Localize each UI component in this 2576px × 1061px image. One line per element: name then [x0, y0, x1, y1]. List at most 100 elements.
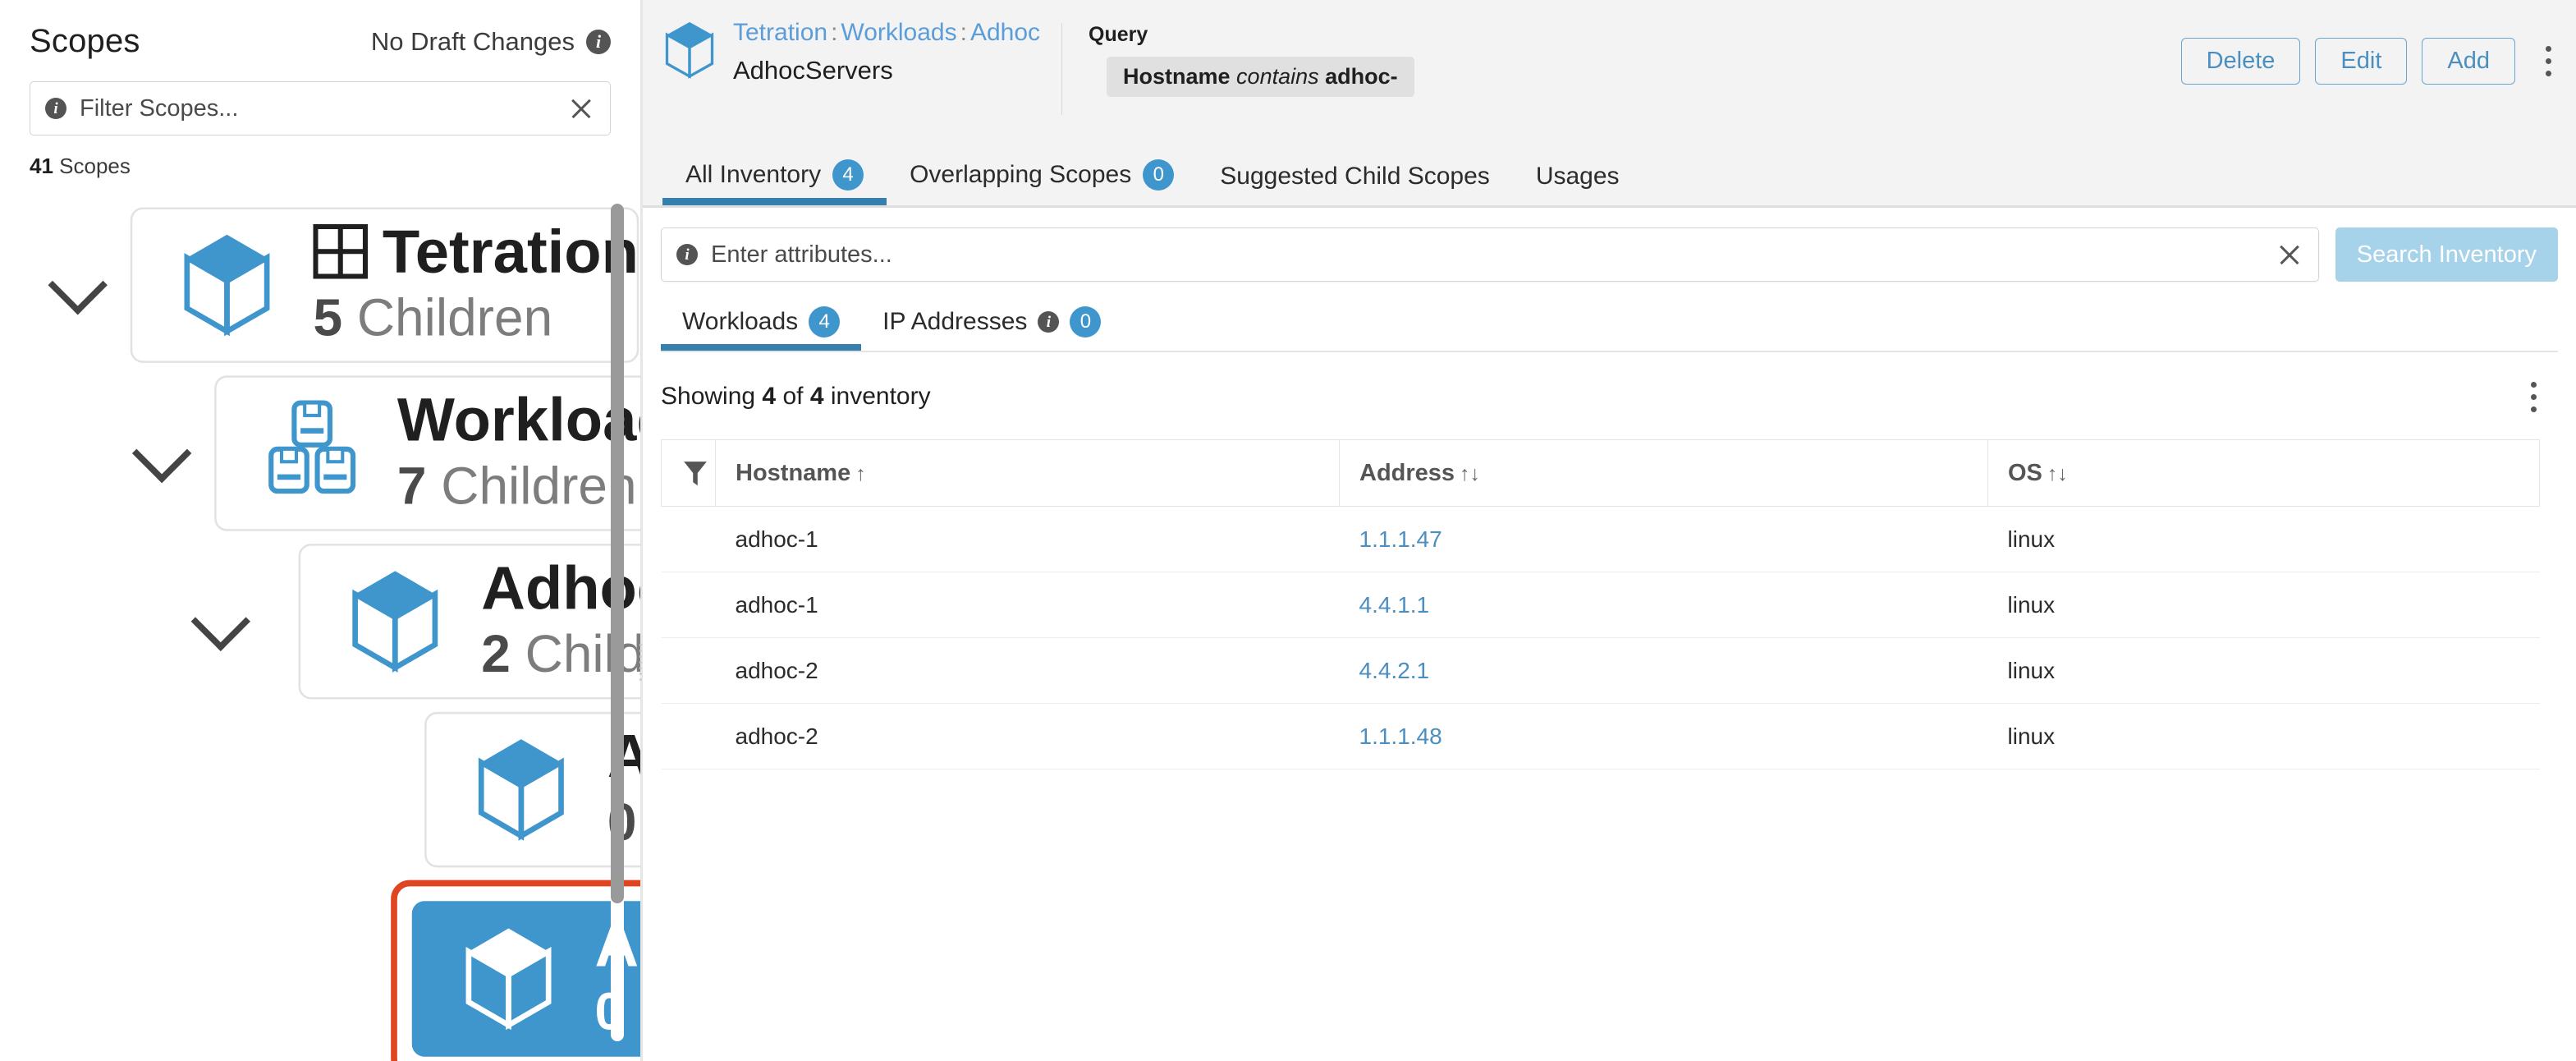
cell-address: 1.1.1.47	[1339, 506, 1988, 572]
column-label: OS	[2008, 459, 2042, 486]
showing-count: 4	[762, 383, 777, 410]
scope-tree-item[interactable]: Adhoc 2 Children Inventory: 5	[0, 544, 640, 700]
chevron-down-icon[interactable]	[30, 237, 126, 333]
filter-scopes-box[interactable]: i	[30, 81, 611, 135]
clear-search-icon[interactable]	[2276, 241, 2303, 269]
breadcrumb: Tetration: Workloads: Adhoc	[733, 15, 1040, 51]
chevron-down-icon[interactable]	[172, 573, 269, 670]
page-title: Scopes	[30, 23, 140, 59]
showing-of: of	[782, 383, 804, 410]
sidebar-scrollbar[interactable]	[611, 204, 624, 1041]
scope-tree: Tetration 5 Children Inventory: 77 Workl…	[0, 191, 640, 1061]
scope-item-name: Tetration	[313, 221, 639, 289]
query-operator: contains	[1236, 64, 1319, 89]
cube-icon	[662, 18, 717, 82]
scope-tree-item[interactable]: Workloads 7 Children Inventory: 77Uncate…	[0, 375, 640, 531]
inventory-search-row: i Search Inventory	[643, 208, 2576, 282]
chevron-placeholder	[214, 742, 311, 838]
draft-status-label: No Draft Changes	[370, 26, 575, 56]
breadcrumb-item-2[interactable]: Adhoc	[970, 19, 1040, 46]
cell-hostname: adhoc-1	[715, 506, 1340, 572]
tab-suggested-child-scopes[interactable]: Suggested Child Scopes	[1197, 163, 1513, 205]
subtab-ip-addresses[interactable]: IP Addresses i 0	[861, 306, 1122, 351]
search-input[interactable]	[711, 241, 2262, 269]
search-inventory-button[interactable]: Search Inventory	[2335, 227, 2558, 282]
address-link[interactable]: 1.1.1.48	[1359, 723, 1442, 749]
column-header-os[interactable]: OS ↑↓	[1987, 439, 2540, 507]
breadcrumb-item-1[interactable]: Workloads	[841, 19, 956, 46]
inventory-table: Hostname ↑ Address ↑↓ OS ↑↓ adhoc-1 1.1.1.47…	[661, 439, 2540, 769]
column-header-hostname[interactable]: Hostname ↑	[715, 439, 1340, 507]
sidebar-header: Scopes No Draft Changes i	[0, 0, 640, 60]
query-label: Query	[1089, 23, 1148, 46]
cell-hostname: adhoc-2	[715, 637, 1340, 704]
scope-card[interactable]: Workloads 7 Children Inventory: 77Uncate…	[214, 375, 640, 531]
cell-os: linux	[1987, 637, 2540, 704]
scope-count: 41 Scopes	[0, 135, 640, 179]
column-label: Hostname	[736, 459, 851, 486]
tab-label: All Inventory	[685, 161, 822, 188]
sort-indicator-icon: ↑↓	[2047, 462, 2068, 485]
table-row[interactable]: adhoc-2 1.1.1.48 linux	[661, 703, 2540, 769]
table-row[interactable]: adhoc-2 4.4.2.1 linux	[661, 637, 2540, 704]
breadcrumb-separator: :	[831, 19, 838, 46]
address-link[interactable]: 1.1.1.47	[1359, 526, 1442, 552]
subtab-workloads[interactable]: Workloads 4	[661, 306, 862, 351]
app-root: Scopes No Draft Changes i i 41 Scopes Te…	[0, 0, 2576, 1061]
scope-card[interactable]: Adhoc 2 Children Inventory: 5	[298, 544, 640, 700]
tab-usages[interactable]: Usages	[1513, 163, 1643, 205]
workloads-icon	[263, 397, 360, 510]
subtab-label: Workloads	[682, 308, 799, 335]
cube-icon	[346, 565, 443, 678]
table-row[interactable]: adhoc-1 1.1.1.47 linux	[661, 506, 2540, 572]
scope-name: AdhocServers	[733, 55, 893, 85]
scope-tree-item[interactable]: AdhocServers 0 Children Inventory: 4	[0, 880, 640, 1061]
delete-button[interactable]: Delete	[2180, 38, 2301, 85]
clear-filter-icon[interactable]	[567, 94, 595, 122]
column-header-address[interactable]: Address ↑↓	[1339, 439, 1988, 507]
tab-all-inventory[interactable]: All Inventory 4	[662, 159, 887, 205]
kebab-menu-icon[interactable]	[2542, 40, 2555, 83]
column-filter-button[interactable]	[661, 439, 716, 507]
scope-item-children: 5 Children	[313, 288, 553, 348]
chevron-down-icon[interactable]	[113, 405, 210, 502]
tab-overlapping-scopes[interactable]: Overlapping Scopes 0	[887, 159, 1197, 205]
scope-actions: Delete Edit Add	[2180, 15, 2576, 85]
kebab-menu-icon[interactable]	[2527, 375, 2540, 418]
query-chip: Hostname contains adhoc-	[1107, 57, 1414, 97]
scope-card[interactable]: Tetration 5 Children Inventory: 77	[130, 207, 639, 363]
cell-address: 4.4.1.1	[1339, 572, 1988, 638]
info-icon[interactable]: i	[586, 29, 611, 54]
row-filter-cell	[661, 703, 716, 769]
subtab-label: IP Addresses	[882, 308, 1028, 335]
scope-tree-item[interactable]: Tetration 5 Children Inventory: 77	[0, 207, 639, 363]
info-icon[interactable]: i	[1038, 311, 1060, 333]
add-button[interactable]: Add	[2422, 38, 2515, 85]
tab-label: Usages	[1535, 163, 1620, 190]
column-label: Address	[1359, 459, 1455, 486]
scope-card-selected[interactable]: AdhocServers 0 Children Inventory: 4	[411, 901, 640, 1057]
selected-scope-highlight: AdhocServers 0 Children Inventory: 4	[391, 880, 640, 1061]
results-summary: Showing 4 of 4 inventory	[643, 352, 2576, 418]
filter-scopes-input[interactable]	[80, 94, 554, 122]
breadcrumb-item-0[interactable]: Tetration	[733, 19, 827, 46]
query-section: Query Hostname contains adhoc-	[1062, 15, 1414, 97]
address-link[interactable]: 4.4.2.1	[1359, 658, 1430, 683]
scope-tree-item[interactable]: AdhocKafka 0 Children Inventory: 1	[0, 711, 640, 868]
tab-label: Overlapping Scopes	[910, 161, 1132, 188]
sidebar-scrollbar-thumb[interactable]	[611, 204, 624, 903]
main-tabs: All Inventory 4 Overlapping Scopes 0 Suggest…	[643, 140, 2576, 205]
info-icon: i	[676, 244, 698, 265]
table-row[interactable]: adhoc-1 4.4.1.1 linux	[661, 572, 2540, 638]
scope-card[interactable]: AdhocKafka 0 Children Inventory: 1	[424, 711, 640, 868]
chevron-placeholder	[214, 930, 311, 1027]
scope-item-children: 7 Children	[396, 457, 637, 517]
edit-button[interactable]: Edit	[2315, 38, 2408, 85]
row-filter-cell	[661, 506, 716, 572]
tab-label: Suggested Child Scopes	[1220, 163, 1490, 190]
query-value: adhoc-	[1325, 64, 1398, 89]
address-link[interactable]: 4.4.1.1	[1359, 592, 1430, 618]
attributes-search-box[interactable]: i	[661, 227, 2319, 282]
cube-icon	[179, 228, 276, 342]
grid-icon	[313, 224, 368, 280]
